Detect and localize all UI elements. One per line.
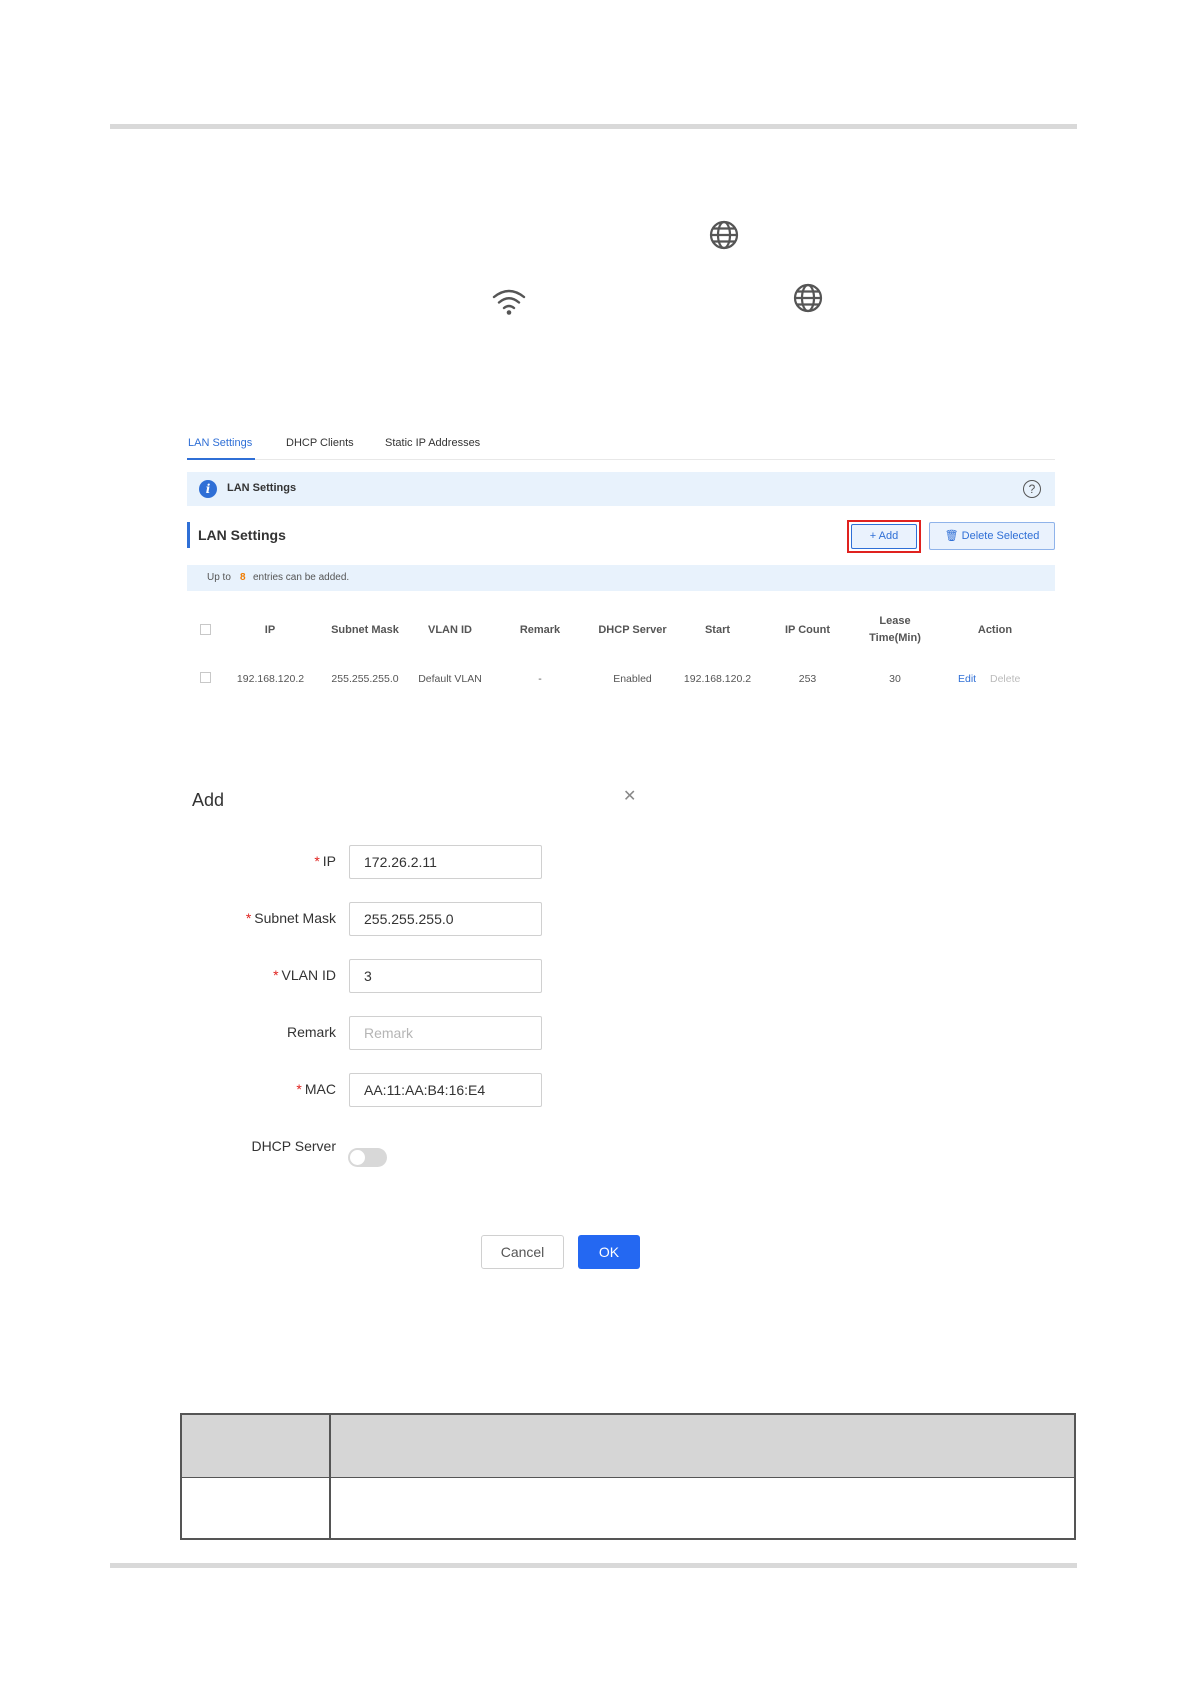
- ok-button[interactable]: OK: [578, 1235, 640, 1269]
- col-dhcp-server: DHCP Server: [598, 624, 667, 636]
- row-checkbox[interactable]: [200, 672, 211, 683]
- document-table-divider: [329, 1415, 331, 1538]
- footer-rule: [110, 1563, 1077, 1568]
- col-time-min: Time(Min): [869, 632, 921, 644]
- col-ip: IP: [264, 624, 276, 636]
- row-start: 192.168.120.2: [683, 673, 752, 685]
- edit-link[interactable]: Edit: [958, 673, 976, 685]
- document-table-header: [182, 1415, 1074, 1478]
- row-remark: -: [538, 673, 542, 685]
- delete-selected-label: Delete Selected: [961, 530, 1040, 542]
- trash-icon: 🗑︎: [944, 530, 962, 542]
- subnet-mask-label: * Subnet Mask: [245, 910, 336, 926]
- col-ip-count: IP Count: [784, 624, 830, 636]
- vlan-id-input[interactable]: 3: [349, 959, 542, 993]
- section-title: LAN Settings: [198, 527, 286, 543]
- row-ip: 192.168.120.2: [236, 673, 305, 685]
- col-remark: Remark: [519, 624, 561, 636]
- row-ip-count: 253: [798, 673, 817, 685]
- ip-input[interactable]: 172.26.2.11: [349, 845, 542, 879]
- document-table: [180, 1413, 1076, 1540]
- wifi-icon: [492, 289, 526, 315]
- tab-dhcp-clients[interactable]: DHCP Clients: [286, 437, 354, 449]
- info-bar: i LAN Settings ?: [187, 472, 1055, 506]
- remark-label: Remark: [286, 1024, 336, 1040]
- delete-selected-button[interactable]: 🗑︎ Delete Selected: [929, 522, 1055, 550]
- select-all-checkbox[interactable]: [200, 624, 211, 635]
- notice-count: 8: [240, 572, 246, 583]
- mac-label: * MAC: [296, 1081, 336, 1097]
- ip-label: * IP: [314, 853, 336, 869]
- active-tab-indicator: [187, 458, 255, 460]
- dhcp-server-label: DHCP Server: [251, 1138, 336, 1154]
- tab-lan-settings[interactable]: LAN Settings: [188, 437, 252, 449]
- dialog-title: Add: [192, 790, 225, 810]
- col-lease: Lease: [879, 615, 911, 627]
- globe-icon: [709, 220, 739, 250]
- toggle-knob: [350, 1150, 365, 1165]
- row-subnet: 255.255.255.0: [331, 673, 399, 685]
- close-icon[interactable]: ✕: [623, 786, 636, 806]
- section-accent-bar: [187, 522, 190, 548]
- add-button[interactable]: + Add: [851, 524, 917, 549]
- col-vlan-id: VLAN ID: [428, 624, 472, 636]
- globe-icon: [793, 283, 823, 313]
- mac-input[interactable]: AA:11:AA:B4:16:E4: [349, 1073, 542, 1107]
- col-subnet-mask: Subnet Mask: [331, 624, 399, 636]
- notice-suffix: entries can be added.: [253, 572, 350, 583]
- entries-notice: Up to 8 entries can be added.: [187, 565, 1055, 591]
- tab-divider: [187, 459, 1055, 460]
- header-rule: [110, 124, 1077, 129]
- col-start: Start: [704, 624, 731, 636]
- subnet-mask-input[interactable]: 255.255.255.0: [349, 902, 542, 936]
- question-circle-icon[interactable]: ?: [1023, 480, 1041, 498]
- remark-input[interactable]: Remark: [349, 1016, 542, 1050]
- row-lease: 30: [889, 673, 901, 685]
- tab-static-ip-addresses[interactable]: Static IP Addresses: [385, 437, 480, 449]
- delete-link[interactable]: Delete: [990, 673, 1020, 685]
- info-bar-title: LAN Settings: [227, 482, 297, 494]
- row-vlan: Default VLAN: [418, 673, 482, 685]
- row-dhcp: Enabled: [613, 673, 652, 685]
- cancel-button[interactable]: Cancel: [481, 1235, 564, 1269]
- info-icon: i: [199, 480, 217, 498]
- vlan-id-label: * VLAN ID: [273, 967, 336, 983]
- dhcp-server-toggle[interactable]: [348, 1148, 387, 1167]
- notice-prefix: Up to: [207, 572, 231, 583]
- col-action: Action: [977, 624, 1013, 636]
